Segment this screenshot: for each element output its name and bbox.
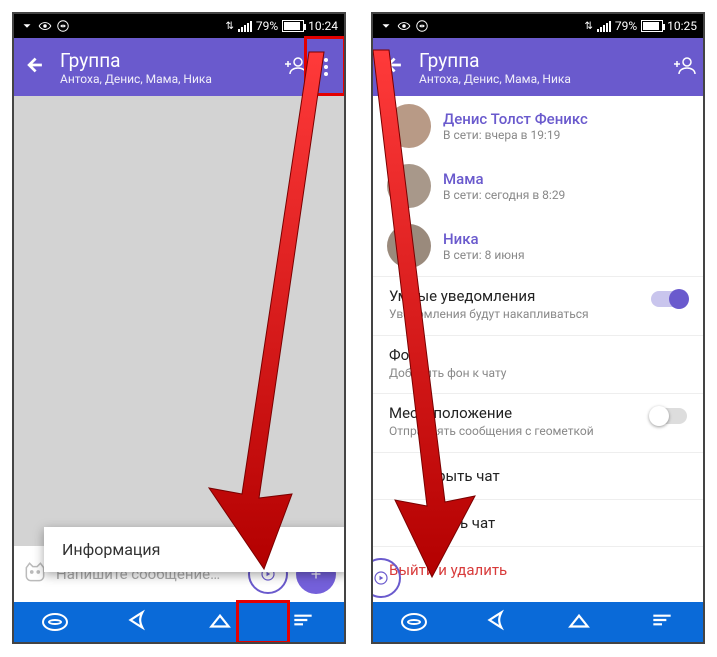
setting-subtitle: Отправлять сообщения с геометкой (389, 424, 619, 440)
member-status: В сети: сегодня в 8:29 (443, 188, 565, 202)
member-name: Денис Толст Феникс (443, 110, 588, 128)
member-row[interactable]: Ника В сети: 8 июня (373, 216, 703, 276)
member-status: В сети: вчера в 19:19 (443, 128, 588, 142)
member-row[interactable]: Мама В сети: сегодня в 8:29 (373, 156, 703, 216)
voice-message-button[interactable] (371, 558, 401, 598)
context-menu: Информация (44, 527, 346, 572)
eye-icon (38, 19, 52, 33)
battery-percent: 79% (615, 19, 637, 33)
toggle-off[interactable] (651, 408, 687, 424)
signal-icon (238, 20, 252, 32)
member-status: В сети: 8 июня (443, 248, 525, 262)
nav-back-button[interactable] (125, 607, 151, 637)
member-name: Ника (443, 230, 525, 248)
setting-subtitle: Уведомления будут накапливаться (389, 307, 619, 323)
network-indicator: ⇅ (225, 21, 233, 32)
android-navbar (14, 602, 344, 642)
status-time: 10:24 (308, 19, 338, 33)
android-navbar (373, 602, 703, 642)
chat-title: Группа (419, 49, 659, 72)
nav-home-button[interactable] (207, 607, 233, 637)
setting-title: Фон (389, 346, 619, 364)
setting-subtitle: Добавить фон к чату (389, 366, 619, 382)
status-bar: ⇅ 79% 10:24 (14, 14, 344, 38)
setting-background[interactable]: Фон Добавить фон к чату (373, 335, 703, 394)
back-button[interactable] (24, 54, 46, 80)
nav-teamviewer-icon[interactable] (42, 613, 68, 631)
add-participant-button[interactable] (673, 53, 697, 81)
setting-title: Местоположение (389, 404, 619, 422)
battery-icon (282, 20, 304, 32)
battery-icon (641, 20, 663, 32)
highlight-more-options (304, 36, 346, 96)
eye-icon (397, 19, 411, 33)
status-bar: ⇅ 79% 10:25 (373, 14, 703, 38)
avatar (387, 164, 431, 208)
status-time: 10:25 (667, 19, 697, 33)
dropdown-icon (379, 19, 393, 33)
action-leave-and-delete[interactable]: Выйти и удалить (373, 546, 703, 593)
dropdown-icon (20, 19, 34, 33)
chat-subtitle: Антоха, Денис, Мама, Ника (419, 72, 659, 86)
member-row[interactable]: Денис Толст Феникс В сети: вчера в 19:19 (373, 96, 703, 156)
nav-back-button[interactable] (484, 607, 510, 637)
chat-body (14, 96, 344, 546)
chat-header: Группа Антоха, Денис, Мама, Ника (14, 38, 344, 96)
nav-recent-button[interactable] (649, 607, 675, 637)
menu-item-info[interactable]: Информация (62, 540, 330, 559)
nav-home-button[interactable] (566, 607, 592, 637)
setting-location[interactable]: Местоположение Отправлять сообщения с ге… (373, 393, 703, 452)
highlight-nav-recent (236, 600, 290, 644)
network-indicator: ⇅ (584, 21, 592, 32)
teamviewer-status-icon (56, 19, 70, 33)
chat-title: Группа (60, 49, 270, 72)
nav-recent-button[interactable] (290, 607, 316, 637)
chat-subtitle: Антоха, Денис, Мама, Ника (60, 72, 270, 86)
setting-title: Умные уведомления (389, 287, 619, 305)
message-input-bar: Напишите сообщение… Информация (14, 546, 344, 602)
phone-left: ⇅ 79% 10:24 Группа Антоха, Денис, Мама, … (12, 12, 346, 644)
avatar (387, 104, 431, 148)
member-name: Мама (443, 170, 565, 188)
nav-teamviewer-icon[interactable] (401, 613, 427, 631)
signal-icon (597, 20, 611, 32)
action-hide-chat[interactable]: крыть чат (373, 452, 703, 499)
battery-percent: 79% (256, 19, 278, 33)
toggle-on[interactable] (651, 291, 687, 307)
chat-header: Группа Антоха, Денис, Мама, Ника (373, 38, 703, 96)
setting-smart-notifications[interactable]: Умные уведомления Уведомления будут нака… (373, 276, 703, 335)
back-button[interactable] (383, 54, 405, 80)
chat-info-panel: Денис Толст Феникс В сети: вчера в 19:19… (373, 96, 703, 602)
teamviewer-status-icon (415, 19, 429, 33)
avatar (387, 224, 431, 268)
phone-right: ⇅ 79% 10:25 Группа Антоха, Денис, Мама, … (371, 12, 705, 644)
action-clear-chat[interactable]: стить чат (373, 499, 703, 546)
